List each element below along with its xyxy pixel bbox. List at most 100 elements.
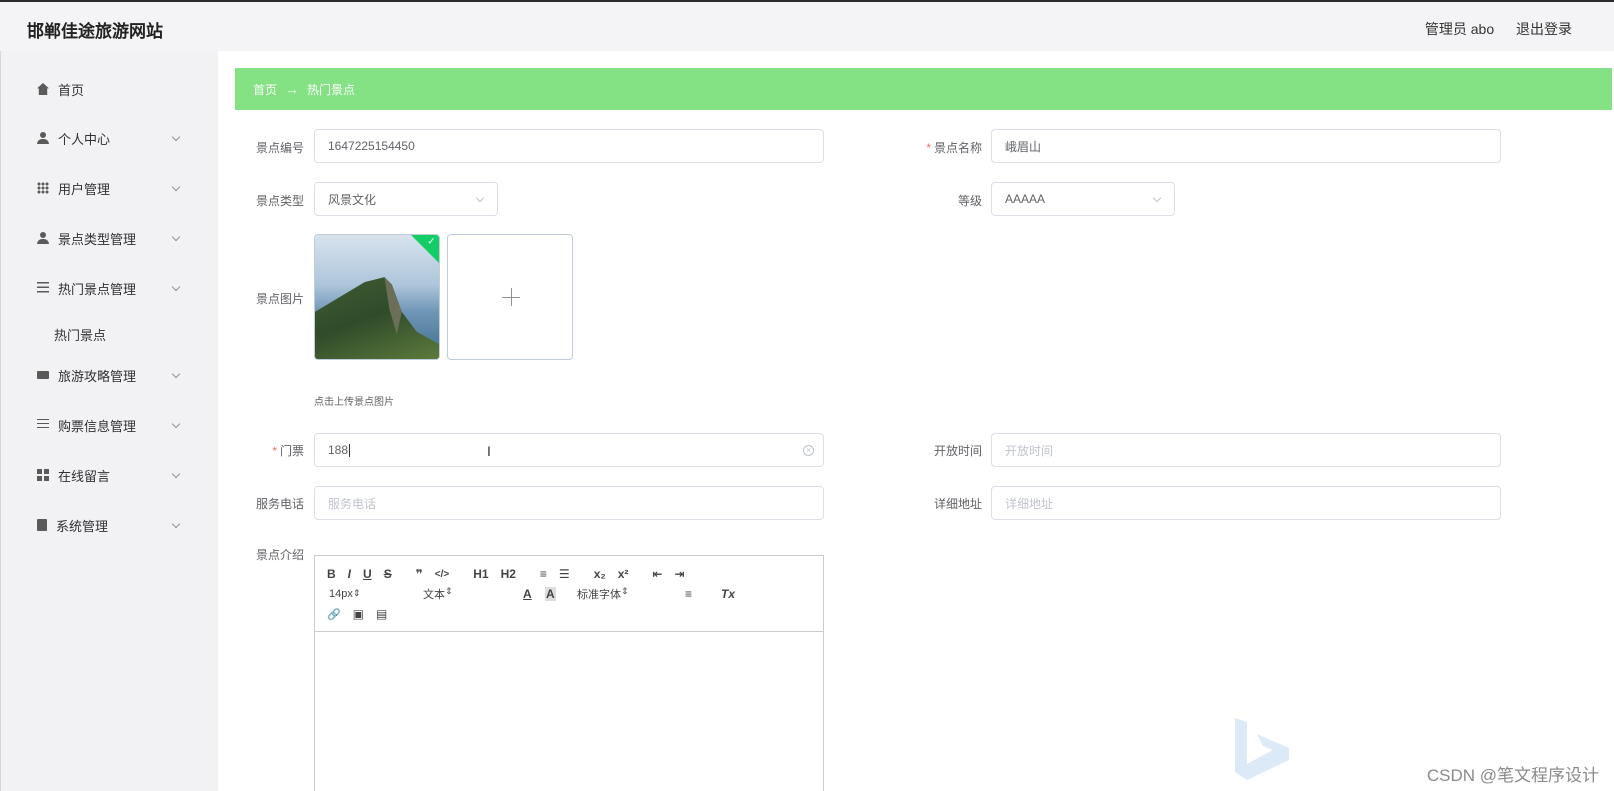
editor-content-area[interactable]: [315, 632, 823, 791]
align-button[interactable]: ≡: [685, 587, 692, 601]
spot-id-input[interactable]: 1647225154450: [314, 129, 824, 163]
subscript-button[interactable]: x₂: [594, 567, 606, 581]
user-icon: [37, 132, 49, 144]
image-button[interactable]: ▣: [353, 607, 364, 621]
required-mark: *: [272, 444, 277, 458]
chevron-down-icon: [171, 519, 181, 529]
chevron-down-icon: [171, 182, 181, 192]
sidebar-item-system-management[interactable]: 系统管理: [1, 505, 201, 545]
font-color-button[interactable]: A: [523, 587, 532, 601]
bold-button[interactable]: B: [327, 567, 336, 581]
sidebar-item-label: 首页: [58, 82, 85, 98]
outdent-button[interactable]: ⇤: [652, 567, 662, 581]
sidebar-item-online-message[interactable]: 在线留言: [1, 455, 201, 495]
chevron-down-icon: [171, 232, 181, 242]
clear-icon[interactable]: ×: [803, 445, 814, 456]
address-input[interactable]: 详细地址: [991, 486, 1501, 520]
font-size-select[interactable]: 14px: [329, 588, 360, 600]
sidebar-item-home[interactable]: 首页: [1, 69, 201, 109]
background-color-button[interactable]: A: [545, 587, 556, 601]
ordered-list-button[interactable]: ≡: [540, 567, 547, 581]
monitor-icon: [37, 371, 49, 379]
chevron-down-icon: [171, 369, 181, 379]
sidebar-item-label: 景点类型管理: [58, 231, 137, 247]
top-bar: 邯郸佳途旅游网站 管理员 abo 退出登录: [0, 0, 1614, 51]
sidebar-item-label: 用户管理: [58, 181, 111, 197]
chevron-down-icon: [171, 132, 181, 142]
spot-type-value: 风景文化: [328, 192, 377, 207]
breadcrumb-home[interactable]: 首页: [253, 81, 277, 98]
chevron-down-icon: [1152, 193, 1162, 203]
video-button[interactable]: ▤: [376, 607, 387, 621]
sidebar-item-hot-spot-management[interactable]: 热门景点管理: [1, 268, 201, 308]
open-time-placeholder: 开放时间: [1005, 443, 1054, 458]
indent-button[interactable]: ⇥: [674, 567, 684, 581]
check-icon: ✓: [427, 236, 436, 248]
service-phone-label: 服务电话: [255, 497, 304, 511]
header-select[interactable]: 文本: [423, 586, 453, 602]
spot-name-label-text: 景点名称: [933, 141, 982, 155]
superscript-button[interactable]: x²: [618, 567, 629, 581]
spot-type-select[interactable]: 风景文化: [314, 182, 498, 216]
intro-label: 景点介绍: [255, 548, 304, 562]
ticket-label-text: 门票: [279, 444, 304, 458]
spot-type-label: 景点类型: [255, 194, 304, 208]
sidebar-item-label: 在线留言: [58, 468, 111, 484]
grid-icon: [37, 182, 49, 194]
service-phone-placeholder: 服务电话: [328, 496, 377, 511]
logout-button[interactable]: 退出登录: [1516, 21, 1572, 37]
upload-tip: 点击上传景点图片: [314, 397, 394, 408]
clean-format-button[interactable]: Tx: [721, 587, 735, 601]
address-placeholder: 详细地址: [1005, 496, 1054, 511]
header-2-button[interactable]: H2: [501, 567, 516, 581]
bullet-list-button[interactable]: ☰: [559, 567, 570, 581]
italic-button[interactable]: I: [348, 567, 351, 581]
chevron-down-icon: [171, 469, 181, 479]
top-right-actions: 管理员 abo 退出登录: [1407, 19, 1572, 39]
sidebar-item-label: 购票信息管理: [58, 418, 137, 434]
toolbar-row-1: B I U S ❞ </> H1 H2 ≡ ☰ x₂ x² ⇤ ⇥: [327, 564, 811, 584]
grade-value: AAAAA: [1005, 192, 1046, 206]
sidebar-item-ticket-management[interactable]: 购票信息管理: [1, 405, 201, 445]
ticket-input[interactable]: 188 I ×: [314, 433, 824, 467]
sliders-icon: [37, 419, 49, 431]
sidebar-item-label: 个人中心: [58, 131, 111, 147]
ticket-value: 188: [328, 443, 349, 457]
spot-id-label: 景点编号: [255, 141, 304, 155]
sidebar-item-personal-center[interactable]: 个人中心: [1, 118, 201, 158]
open-time-input[interactable]: 开放时间: [991, 433, 1501, 467]
apps-icon: [37, 469, 49, 481]
sidebar-item-spot-type-management[interactable]: 景点类型管理: [1, 218, 201, 258]
header-1-button[interactable]: H1: [473, 567, 488, 581]
underline-button[interactable]: U: [363, 567, 372, 581]
user-icon: [37, 232, 49, 244]
chevron-down-icon: [171, 282, 181, 292]
sidebar-subitem-hot-spots[interactable]: 热门景点: [54, 325, 106, 344]
upload-add-button[interactable]: [447, 234, 573, 360]
spot-name-value: 峨眉山: [1005, 139, 1042, 154]
text-caret: [349, 443, 351, 457]
spot-name-input[interactable]: 峨眉山: [991, 129, 1501, 163]
toolbar-row-2: 14px 文本 A A 标准字体 ≡ Tx: [327, 584, 811, 604]
chevron-down-icon: [475, 193, 485, 203]
code-block-button[interactable]: </>: [435, 569, 449, 580]
strike-button[interactable]: S: [384, 567, 392, 581]
font-family-select[interactable]: 标准字体: [577, 586, 629, 602]
uploaded-picture-thumbnail[interactable]: ✓: [314, 234, 440, 360]
csdn-watermark: CSDN @笔文程序设计: [1426, 766, 1599, 785]
required-mark: *: [926, 141, 931, 155]
sidebar-item-label: 系统管理: [56, 518, 109, 534]
sidebar-item-travel-guide-management[interactable]: 旅游攻略管理: [1, 355, 201, 395]
sidebar-item-user-management[interactable]: 用户管理: [1, 168, 201, 208]
spot-picture-label: 景点图片: [255, 292, 304, 306]
blockquote-button[interactable]: ❞: [416, 567, 423, 581]
sidebar-item-label: 旅游攻略管理: [58, 368, 137, 384]
grade-select[interactable]: AAAAA: [991, 182, 1175, 216]
service-phone-input[interactable]: 服务电话: [314, 486, 824, 520]
spot-id-value: 1647225154450: [328, 139, 415, 153]
sidebar-item-label: 热门景点管理: [58, 281, 137, 297]
sidebar: 首页 个人中心 用户管理 景点类型管理 热门景点管理 热门景点 旅游攻略管理 购…: [0, 51, 218, 791]
chevron-down-icon: [171, 419, 181, 429]
admin-user-label[interactable]: 管理员 abo: [1425, 21, 1494, 37]
link-button[interactable]: 🔗: [327, 608, 341, 621]
